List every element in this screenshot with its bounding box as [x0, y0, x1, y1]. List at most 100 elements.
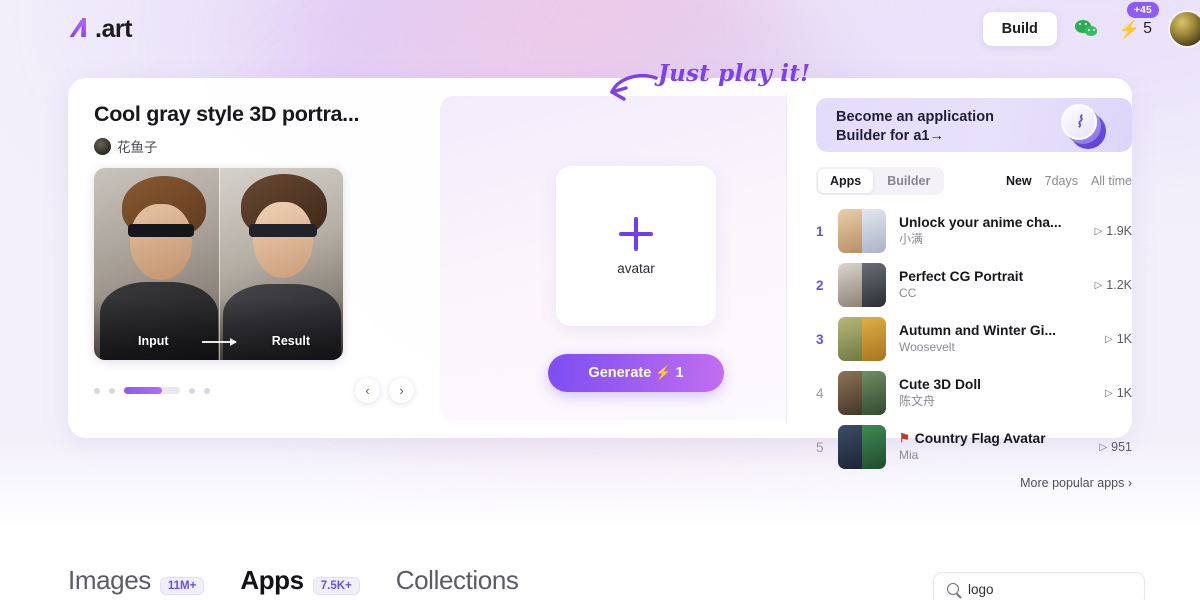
rank-number: 1 — [816, 223, 824, 239]
author-name: 花鱼子 — [117, 140, 158, 155]
play-count: ▷ 1.2K — [1080, 278, 1132, 292]
list-item[interactable]: 1 Unlock your anime cha... 小满 ▷ 1.9K — [816, 204, 1132, 258]
play-count: ▷ 1K — [1080, 386, 1132, 400]
app-info: Autumn and Winter Gi... Woosevelt — [899, 323, 1080, 356]
page-title: Cool gray style 3D portra... — [94, 102, 360, 126]
list-item[interactable]: 4 Cute 3D Doll 陈文舟 ▷ 1K — [816, 366, 1132, 420]
app-thumbnail — [838, 317, 886, 361]
panel-filter-group: New 7days All time — [1006, 174, 1132, 188]
play-icon: ▷ — [1105, 333, 1113, 345]
filter-new[interactable]: New — [1006, 174, 1032, 188]
carousel-dot[interactable] — [204, 387, 210, 394]
play-count-value: 1K — [1116, 386, 1132, 400]
tab-builder[interactable]: Builder — [875, 169, 942, 193]
filter-7days[interactable]: 7days — [1045, 174, 1078, 188]
tab-apps[interactable]: Apps — [818, 169, 874, 193]
carousel-pager: ‹ › — [94, 378, 414, 403]
bottom-nav: Images 11M+ Apps 7.5K+ Collections — [0, 560, 1200, 600]
app-thumbnail — [838, 371, 886, 415]
app-thumbnail — [838, 209, 886, 253]
become-builder-banner[interactable]: Become an application Builder for a1→ ⌇ — [816, 98, 1132, 152]
app-author: Mia — [899, 447, 919, 462]
banner-line-1: Become an application — [836, 109, 994, 125]
nav-badge: 11M+ — [159, 576, 205, 595]
app-thumbnail — [838, 263, 886, 307]
wechat-icon[interactable] — [1074, 18, 1101, 40]
build-button[interactable]: Build — [982, 12, 1057, 46]
filter-all-time[interactable]: All time — [1091, 174, 1132, 188]
nav-badge: 7.5K+ — [312, 576, 360, 595]
play-count-value: 1K — [1116, 332, 1132, 346]
author-avatar — [94, 137, 111, 155]
panel-divider — [786, 92, 787, 424]
app-title: Perfect CG Portrait — [899, 268, 1024, 284]
app-title-text: Country Flag Avatar — [914, 430, 1046, 446]
upload-label: avatar — [617, 260, 655, 276]
carousel-nav: ‹ › — [355, 378, 414, 403]
popular-apps-panel: Become an application Builder for a1→ ⌇ … — [786, 78, 1132, 490]
banner-line-2: Builder for a1→ — [836, 128, 944, 145]
carousel-next-button[interactable]: › — [389, 378, 414, 403]
generate-workspace: avatar Generate ⚡ 1 — [440, 96, 832, 420]
more-popular-apps-link[interactable]: More popular apps › — [816, 476, 1132, 490]
top-header: .art Build +45 ⚡ 5 — [0, 0, 1200, 58]
app-info: Perfect CG Portrait CC — [899, 269, 1080, 302]
rank-number: 2 — [816, 277, 824, 293]
nav-tab-collections[interactable]: Collections — [396, 565, 519, 596]
app-title: Cute 3D Doll — [899, 376, 982, 392]
rank-number: 3 — [816, 331, 824, 347]
play-icon: ▷ — [1094, 279, 1103, 291]
nav-label: Images — [68, 564, 151, 595]
play-icon: ▷ — [1105, 387, 1113, 399]
app-author: 小满 — [899, 231, 924, 246]
play-count-value: 951 — [1111, 440, 1132, 454]
play-count: ▷ 1.9K — [1080, 224, 1132, 238]
before-after-preview[interactable]: Input Result — [94, 168, 343, 360]
site-logo[interactable]: .art — [68, 15, 132, 44]
rank-number: 4 — [816, 385, 824, 401]
list-item[interactable]: 5 ⚑ Country Flag Avatar Mia ▷ 951 — [816, 420, 1132, 474]
carousel-dot[interactable] — [94, 387, 100, 394]
app-author: Woosevelt — [899, 339, 955, 354]
app-title: ⚑ Country Flag Avatar — [899, 431, 1080, 446]
app-author[interactable]: 花鱼子 — [94, 136, 414, 156]
app-info: Cute 3D Doll 陈文舟 — [899, 377, 1080, 410]
plus-icon — [619, 216, 653, 251]
play-count: ▷ 951 — [1080, 440, 1132, 454]
generate-cost: 1 — [675, 365, 684, 381]
logo-a-icon — [68, 16, 94, 42]
arrow-right-icon — [201, 338, 237, 346]
generate-label: Generate — [588, 365, 652, 381]
nav-label: Collections — [395, 564, 519, 595]
avatar-upload-dropzone[interactable]: avatar — [556, 166, 716, 326]
app-info-pane: Cool gray style 3D portra... 花鱼子 Input R… — [94, 102, 414, 403]
app-title: Autumn and Winter Gi... — [899, 322, 1057, 338]
energy-balance[interactable]: +45 ⚡ 5 — [1118, 2, 1159, 39]
carousel-progress-fill — [124, 387, 162, 394]
avatar[interactable] — [1170, 12, 1200, 46]
generate-button[interactable]: Generate ⚡ 1 — [548, 354, 724, 392]
banner-text: Become an application Builder for a1→ — [836, 108, 994, 146]
app-info: ⚑ Country Flag Avatar Mia — [899, 431, 1080, 464]
lightning-bolt-icon: ⚡ — [1118, 19, 1141, 39]
rank-number: 5 — [816, 439, 824, 455]
carousel-progress-track[interactable] — [124, 387, 180, 394]
nav-tab-images[interactable]: Images 11M+ — [68, 564, 205, 596]
list-item[interactable]: 3 Autumn and Winter Gi... Woosevelt ▷ 1K — [816, 312, 1132, 366]
header-actions: Build +45 ⚡ 5 — [982, 2, 1200, 46]
play-count-value: 1.9K — [1106, 224, 1132, 238]
carousel-prev-button[interactable]: ‹ — [355, 378, 380, 403]
app-thumbnail — [838, 425, 886, 469]
play-icon: ▷ — [1094, 225, 1103, 237]
coin-stack-icon: ⌇ — [1058, 102, 1114, 150]
app-author: CC — [899, 285, 917, 300]
nav-label: Apps — [240, 564, 304, 595]
carousel-dot[interactable] — [109, 387, 115, 394]
nav-tab-apps[interactable]: Apps 7.5K+ — [240, 564, 360, 596]
list-item[interactable]: 2 Perfect CG Portrait CC ▷ 1.2K — [816, 258, 1132, 312]
preview-divider — [218, 168, 220, 360]
logo-text: .art — [95, 14, 132, 43]
ranked-app-list: 1 Unlock your anime cha... 小满 ▷ 1.9K 2 P… — [816, 204, 1132, 474]
carousel-dot[interactable] — [189, 387, 195, 394]
app-title: Unlock your anime cha... — [899, 214, 1062, 230]
